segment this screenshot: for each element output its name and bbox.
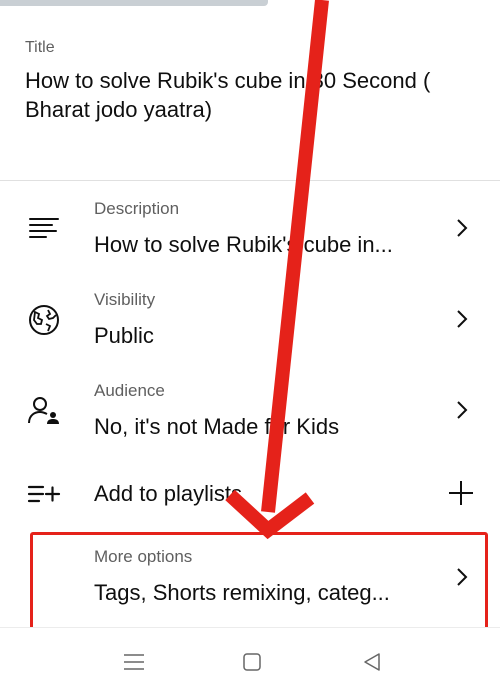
title-label: Title (25, 39, 55, 56)
add-to-playlists-row[interactable]: Add to playlists (0, 468, 500, 528)
description-label: Description (94, 199, 180, 218)
add-to-playlists-label: Add to playlists (94, 481, 242, 506)
home-square-icon[interactable] (238, 648, 266, 676)
audience-value: No, it's not Made for Kids (94, 414, 340, 439)
plus-icon[interactable] (446, 478, 476, 508)
chevron-right-icon (457, 401, 468, 419)
audience-label: Audience (94, 381, 165, 400)
annotation-highlight-box (30, 532, 488, 630)
chevron-right-icon (457, 310, 468, 328)
visibility-label: Visibility (94, 290, 156, 309)
visibility-value: Public (94, 323, 154, 348)
chevron-right-icon (457, 219, 468, 237)
section-divider (0, 180, 500, 181)
system-navigation-bar (0, 627, 500, 694)
video-thumbnail (0, 0, 268, 6)
description-lines-icon (29, 218, 59, 238)
person-audience-icon (28, 397, 59, 424)
title-value: How to solve Rubik's cube in 30 Second (… (25, 68, 431, 122)
visibility-row[interactable]: Visibility Public (0, 286, 500, 371)
back-triangle-icon[interactable] (358, 648, 386, 676)
globe-icon (29, 305, 59, 335)
description-value: How to solve Rubik's cube in... (94, 232, 393, 257)
audience-row[interactable]: Audience No, it's not Made for Kids (0, 377, 500, 462)
description-row[interactable]: Description How to solve Rubik's cube in… (0, 195, 500, 280)
playlist-add-icon (27, 485, 61, 503)
menu-icon[interactable] (120, 648, 148, 676)
title-field[interactable]: Title How to solve Rubik's cube in 30 Se… (25, 38, 485, 124)
